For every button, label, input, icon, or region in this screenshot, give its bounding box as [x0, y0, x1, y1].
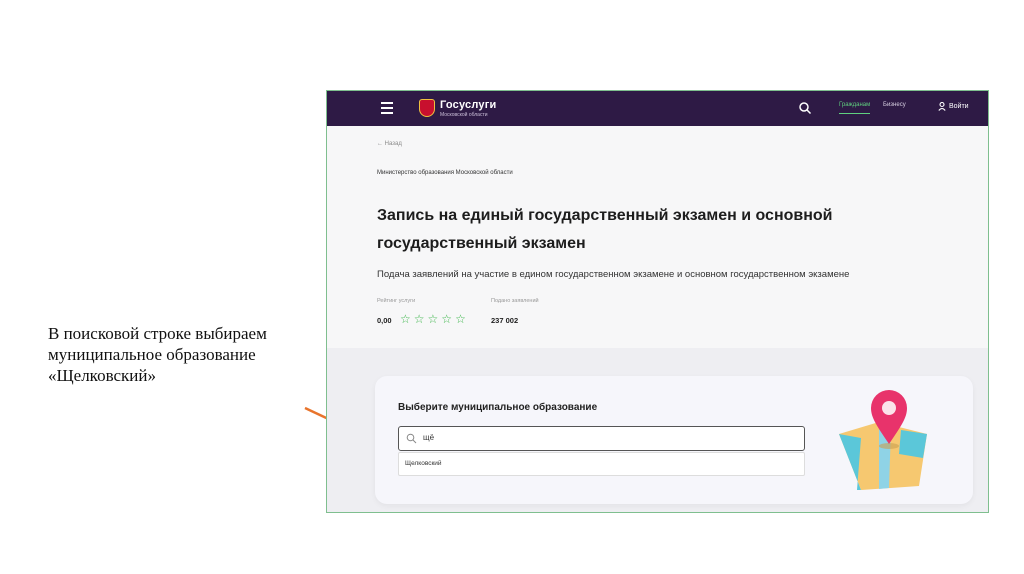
login-button[interactable]: Войти [938, 102, 969, 111]
municipality-card: Выберите муниципальное образование щё Ще… [375, 376, 973, 504]
municipality-title: Выберите муниципальное образование [398, 402, 598, 413]
star-icon: ☆ [413, 312, 425, 326]
star-icon: ☆ [427, 312, 439, 326]
rating-label: Рейтинг услуги [377, 298, 416, 304]
suggestion-dropdown: Щелковский [398, 452, 805, 476]
back-link[interactable]: ← Назад [377, 141, 402, 147]
rating-value: 0,00 [377, 316, 392, 325]
search-input-value: щё [423, 433, 435, 442]
page-title: Запись на единый государственный экзамен… [377, 207, 833, 252]
site-header: Госуслуги Московской области Гражданам Б… [327, 91, 988, 126]
ministry-name: Министерство образования Московской обла… [377, 170, 513, 176]
browser-screenshot: Госуслуги Московской области Гражданам Б… [326, 90, 989, 513]
coat-of-arms-logo [419, 99, 435, 117]
slide-caption: В поисковой строке выбираем муниципально… [48, 324, 267, 385]
user-icon [938, 102, 946, 111]
back-arrow-icon: ← [377, 141, 383, 147]
applications-value: 237 002 [491, 316, 519, 325]
service-info: ← Назад Министерство образования Московс… [327, 126, 988, 348]
page-subtitle: Подача заявлений на участие в едином гос… [377, 269, 850, 280]
nav-tab-citizens[interactable]: Гражданам [839, 102, 871, 114]
star-icon: ☆ [455, 312, 466, 326]
applications-label: Подано заявлений [491, 298, 539, 304]
suggestion-option-shchelkovsky[interactable]: Щелковский [405, 460, 442, 467]
star-icon: ☆ [441, 312, 453, 326]
back-label: Назад [384, 141, 402, 147]
search-icon [406, 433, 417, 444]
municipality-search-input[interactable]: щё [398, 426, 805, 451]
hamburger-icon[interactable] [381, 102, 393, 114]
municipality-section: Выберите муниципальное образование щё Ще… [327, 348, 988, 512]
rating-stars: ☆ ☆ ☆ ☆ ☆ [400, 313, 466, 325]
brand-region: Московской области [440, 112, 488, 118]
search-icon[interactable] [798, 101, 812, 115]
brand-name[interactable]: Госуслуги [440, 99, 496, 111]
login-label: Войти [949, 103, 969, 110]
star-icon: ☆ [400, 312, 411, 326]
map-pin-illustration [839, 390, 927, 490]
nav-tab-business[interactable]: Бизнесу [883, 102, 906, 108]
